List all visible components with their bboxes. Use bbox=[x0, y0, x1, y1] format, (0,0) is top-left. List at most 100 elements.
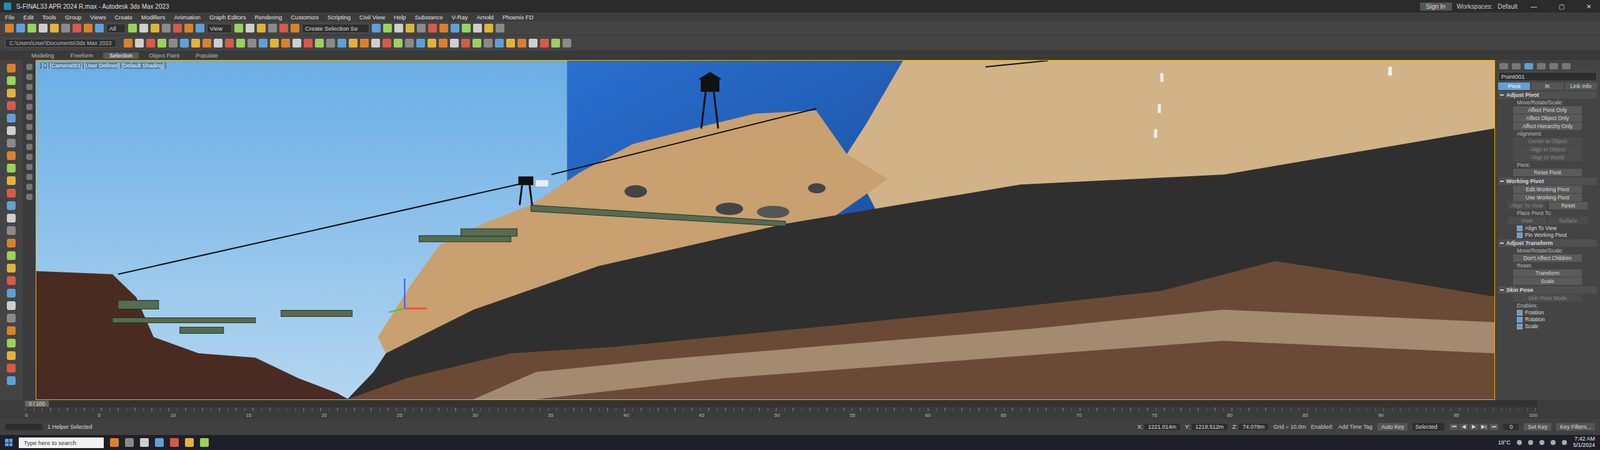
tool-icon[interactable] bbox=[6, 188, 16, 198]
y-coordinate[interactable]: Y: 1218.512m bbox=[1185, 423, 1228, 430]
tool-icon[interactable] bbox=[258, 38, 268, 48]
tool-icon[interactable] bbox=[6, 113, 16, 123]
tool-icon[interactable] bbox=[184, 23, 194, 33]
tool-icon[interactable] bbox=[383, 23, 392, 33]
auto-key-button[interactable]: Auto Key bbox=[1377, 423, 1409, 431]
tool-icon[interactable] bbox=[416, 23, 426, 33]
tool-icon[interactable] bbox=[303, 38, 313, 48]
tool-icon[interactable] bbox=[439, 23, 449, 33]
tool-icon[interactable] bbox=[26, 163, 33, 170]
tool-icon[interactable] bbox=[562, 38, 572, 48]
tool-icon[interactable] bbox=[173, 23, 182, 33]
tool-icon[interactable] bbox=[6, 76, 16, 85]
tool-icon[interactable] bbox=[26, 153, 33, 160]
selection-filter-dropdown[interactable]: All bbox=[106, 23, 126, 34]
tool-icon[interactable] bbox=[6, 351, 16, 360]
tool-icon[interactable] bbox=[6, 88, 16, 98]
tool-icon[interactable] bbox=[6, 301, 16, 310]
taskbar-app-icon[interactable] bbox=[170, 438, 179, 447]
ribbon-tab[interactable]: Freeform bbox=[64, 52, 100, 59]
playback-button[interactable]: ◀ bbox=[1459, 423, 1469, 430]
tool-icon[interactable] bbox=[506, 38, 515, 48]
transform-gizmo-icon[interactable] bbox=[389, 278, 427, 313]
tool-icon[interactable] bbox=[540, 38, 549, 48]
playback-button[interactable]: ▶ bbox=[1469, 423, 1479, 430]
tool-icon[interactable] bbox=[27, 23, 37, 33]
tool-icon[interactable] bbox=[6, 101, 16, 110]
tool-icon[interactable] bbox=[26, 103, 33, 110]
tool-icon[interactable] bbox=[161, 23, 171, 33]
rollout-checkbox[interactable]: Rotation bbox=[1498, 316, 1597, 323]
rollout-button[interactable]: View bbox=[1507, 216, 1547, 225]
menu-item[interactable]: Phoenix FD bbox=[502, 13, 534, 21]
tool-icon[interactable] bbox=[6, 201, 16, 210]
rollout-button[interactable]: Center to Object bbox=[1513, 137, 1582, 145]
tool-icon[interactable] bbox=[551, 38, 560, 48]
tool-icon[interactable] bbox=[150, 23, 160, 33]
menu-item[interactable]: Civil View bbox=[359, 13, 385, 21]
command-tab-icon[interactable] bbox=[1549, 63, 1559, 70]
selection-set-dropdown[interactable]: Create Selection Se bbox=[301, 23, 370, 34]
tool-icon[interactable] bbox=[360, 38, 369, 48]
tool-icon[interactable] bbox=[135, 38, 144, 48]
menu-item[interactable]: Modifiers bbox=[141, 13, 166, 21]
menu-item[interactable]: Customize bbox=[290, 13, 319, 21]
rollout-button[interactable]: Don't Affect Children bbox=[1513, 254, 1582, 262]
rollout-checkbox[interactable]: Pin Working Pivot bbox=[1498, 231, 1597, 239]
rollout-button[interactable]: Align To View bbox=[1507, 201, 1547, 210]
tool-icon[interactable] bbox=[292, 38, 302, 48]
tray-icon[interactable] bbox=[1550, 440, 1556, 445]
tool-icon[interactable] bbox=[6, 163, 16, 173]
tool-icon[interactable] bbox=[6, 138, 16, 148]
rollout-button[interactable]: Affect Object Only bbox=[1513, 114, 1582, 122]
key-filters-button[interactable]: Key Filters... bbox=[1556, 423, 1595, 431]
tool-icon[interactable] bbox=[168, 38, 178, 48]
tool-icon[interactable] bbox=[6, 176, 16, 185]
tool-icon[interactable] bbox=[26, 183, 33, 190]
tool-icon[interactable] bbox=[6, 338, 16, 348]
tool-icon[interactable] bbox=[6, 238, 16, 248]
menu-item[interactable]: Create bbox=[114, 13, 133, 21]
tool-icon[interactable] bbox=[393, 38, 403, 48]
time-slider[interactable]: 0 / 100 bbox=[25, 400, 1538, 408]
viewport-label[interactable]: [+] [Camera001] [User Defined] [Default … bbox=[40, 62, 167, 69]
tool-icon[interactable] bbox=[128, 23, 137, 33]
tool-icon[interactable] bbox=[450, 38, 459, 48]
tool-icon[interactable] bbox=[213, 38, 223, 48]
tool-icon[interactable] bbox=[270, 38, 279, 48]
menu-item[interactable]: Animation bbox=[174, 13, 201, 21]
tool-icon[interactable] bbox=[371, 38, 380, 48]
playback-button[interactable]: ⏮ bbox=[1449, 423, 1459, 430]
rollout-button[interactable]: Use Working Pivot bbox=[1513, 193, 1582, 202]
tool-icon[interactable] bbox=[416, 38, 425, 48]
tool-icon[interactable] bbox=[438, 38, 448, 48]
tool-icon[interactable] bbox=[61, 23, 70, 33]
menu-item[interactable]: Substance bbox=[415, 13, 444, 21]
command-tab-icon[interactable] bbox=[1511, 63, 1521, 70]
rollout-checkbox[interactable]: Align To View bbox=[1498, 225, 1597, 232]
menu-item[interactable]: Tools bbox=[42, 13, 57, 21]
rollout-button[interactable]: Edit Working Pivot bbox=[1513, 185, 1582, 194]
tool-icon[interactable] bbox=[6, 376, 16, 385]
menu-item[interactable]: Help bbox=[393, 13, 407, 21]
reference-coordinate-dropdown[interactable]: View bbox=[206, 23, 232, 34]
tool-icon[interactable] bbox=[315, 38, 324, 48]
tool-icon[interactable] bbox=[6, 276, 16, 285]
tool-icon[interactable] bbox=[6, 313, 16, 323]
project-path-field[interactable]: C:\Users\User\Documents\3ds Max 2023 bbox=[5, 38, 117, 48]
tool-icon[interactable] bbox=[191, 38, 200, 48]
taskbar-app-icon[interactable] bbox=[200, 438, 209, 447]
tool-icon[interactable] bbox=[72, 23, 82, 33]
tray-icon[interactable] bbox=[1516, 440, 1522, 445]
rollout-checkbox[interactable]: Position bbox=[1498, 309, 1597, 316]
tool-icon[interactable] bbox=[26, 93, 33, 100]
clock[interactable]: 7:42 AM5/1/2024 bbox=[1573, 436, 1595, 449]
tool-icon[interactable] bbox=[326, 38, 335, 48]
tool-icon[interactable] bbox=[290, 23, 300, 33]
taskbar-app-icon[interactable] bbox=[110, 438, 119, 447]
tool-icon[interactable] bbox=[337, 38, 347, 48]
set-key-button[interactable]: Set Key bbox=[1523, 423, 1552, 431]
tool-icon[interactable] bbox=[348, 38, 358, 48]
ribbon-tab[interactable]: Object Paint bbox=[142, 52, 186, 59]
tool-icon[interactable] bbox=[16, 23, 25, 33]
